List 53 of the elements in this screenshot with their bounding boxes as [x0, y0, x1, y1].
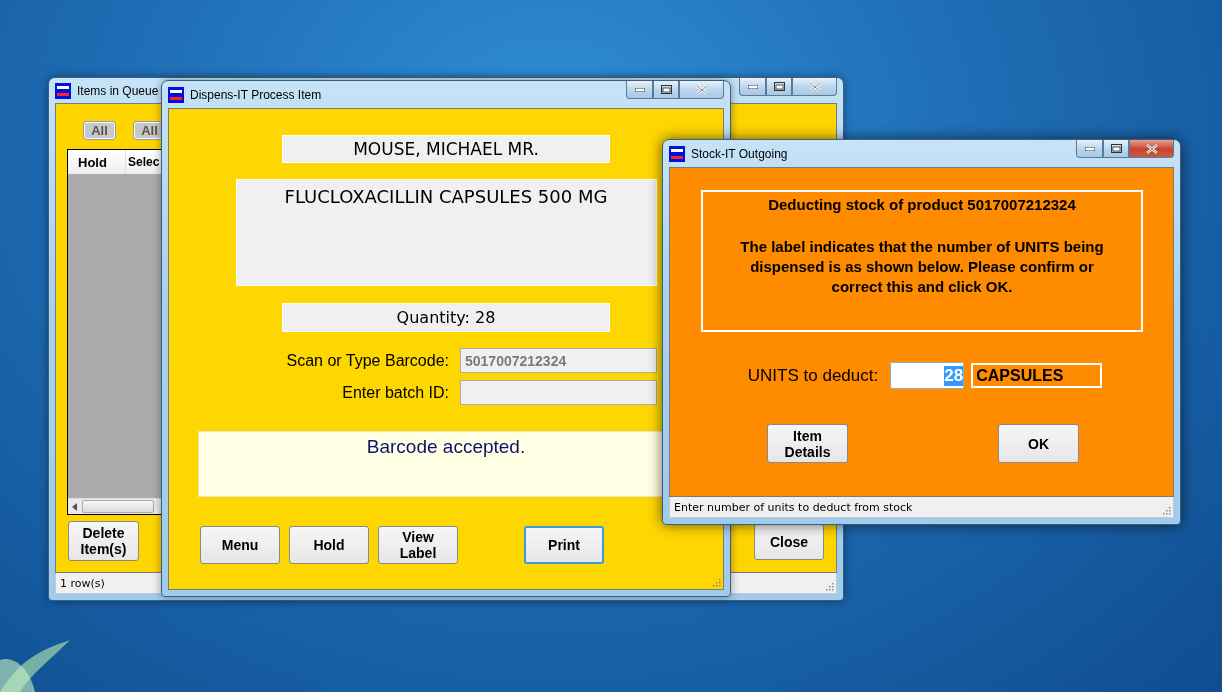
ok-button[interactable]: OK	[998, 424, 1079, 463]
window-title: Stock-IT Outgoing	[691, 146, 788, 161]
select-all-button[interactable]: All	[84, 122, 115, 139]
item-details-button[interactable]: Item Details	[767, 424, 848, 463]
minimize-button[interactable]	[626, 81, 653, 99]
product-name: FLUCLOXACILLIN CAPSULES 500 MG	[235, 179, 657, 286]
close-icon	[808, 81, 821, 92]
maximize-icon	[773, 82, 785, 91]
close-button[interactable]	[792, 78, 837, 96]
maximize-icon	[1110, 144, 1122, 153]
action-button[interactable]: Print	[524, 526, 604, 564]
minimize-icon	[634, 87, 645, 92]
deduct-heading: Deducting stock of product 5017007212324	[768, 195, 1076, 215]
app-logo-icon	[55, 82, 71, 99]
patient-name: MOUSE, MICHAEL MR.	[282, 135, 610, 163]
minimize-button[interactable]	[1076, 140, 1103, 158]
maximize-icon	[660, 85, 672, 94]
close-window-button[interactable]: Close	[754, 524, 824, 560]
close-icon	[695, 84, 708, 95]
horizontal-scrollbar[interactable]	[68, 498, 164, 514]
close-icon	[1145, 143, 1158, 154]
scroll-left-icon[interactable]	[72, 502, 78, 511]
window-title: Dispens-IT Process Item	[190, 87, 322, 102]
units-label: UNITS to deduct:	[747, 365, 879, 386]
status-text: 1 row(s)	[60, 576, 105, 590]
unit-name: CAPSULES	[971, 363, 1103, 388]
window-title: Items in Queue	[77, 83, 159, 98]
quantity-label: Quantity: 28	[282, 303, 610, 332]
action-button[interactable]: Hold	[289, 526, 369, 564]
delete-items-button[interactable]: Delete Item(s)	[68, 521, 139, 561]
action-button[interactable]: View Label	[378, 526, 458, 564]
close-button[interactable]	[679, 81, 724, 99]
minimize-icon	[747, 84, 758, 89]
resize-grip-icon	[712, 578, 721, 587]
field-label: Enter batch ID:	[341, 383, 449, 402]
maximize-button[interactable]	[653, 81, 679, 99]
column-header[interactable]: Hold	[70, 150, 126, 174]
minimize-button[interactable]	[739, 78, 766, 96]
info-message: The label indicates that the number of UNITS being dispensed is as shown below. Please confirm or correct this and click OK.	[739, 237, 1105, 297]
resize-grip-icon	[1162, 506, 1171, 515]
maximize-button[interactable]	[766, 78, 792, 96]
app-logo-icon	[669, 145, 685, 162]
app-logo-icon	[168, 86, 184, 103]
status-text: Enter number of units to deduct from stock	[674, 500, 913, 514]
maximize-button[interactable]	[1103, 140, 1129, 158]
barcode-field[interactable]: 5017007212324	[460, 348, 657, 373]
action-button[interactable]: Menu	[200, 526, 280, 564]
field-label: Scan or Type Barcode:	[285, 351, 449, 370]
close-button[interactable]	[1129, 140, 1174, 158]
leaf-drawing	[0, 640, 70, 692]
minimize-icon	[1084, 146, 1095, 151]
batch-id-field[interactable]	[460, 380, 657, 405]
resize-grip-icon	[825, 582, 834, 591]
